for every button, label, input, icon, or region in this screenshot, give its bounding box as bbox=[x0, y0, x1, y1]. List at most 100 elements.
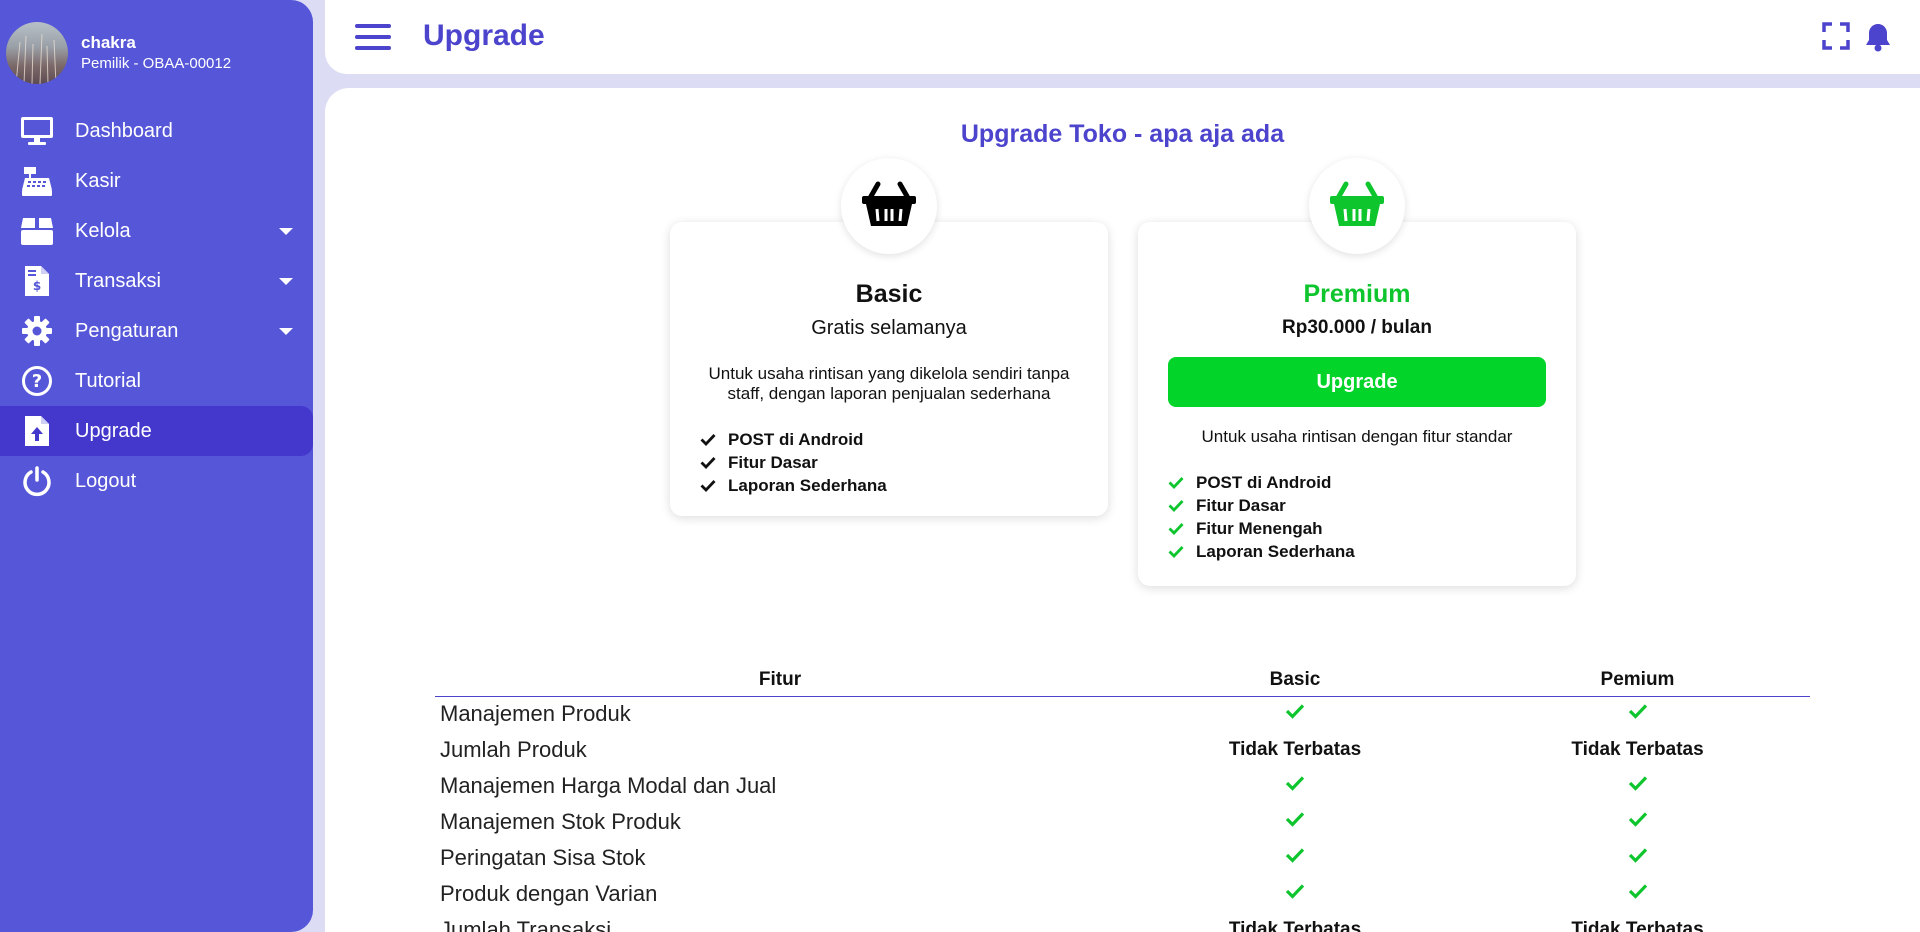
list-item: Fitur Dasar bbox=[1168, 494, 1576, 517]
list-item: Laporan Sederhana bbox=[700, 474, 1108, 497]
plan-price: Gratis selamanya bbox=[811, 317, 967, 339]
file-upload-icon bbox=[20, 414, 54, 448]
main-content: Upgrade Toko - apa aja ada Basic Gratis … bbox=[325, 88, 1920, 932]
column-header-basic: Basic bbox=[1125, 665, 1465, 697]
column-header-premium: Pemium bbox=[1465, 665, 1810, 697]
sidebar-item-kelola[interactable]: Kelola bbox=[0, 206, 313, 256]
feature-name-cell: Peringatan Sisa Stok bbox=[440, 845, 646, 870]
sidebar-item-tutorial[interactable]: ? Tutorial bbox=[0, 356, 313, 406]
check-icon bbox=[1168, 522, 1184, 535]
feature-list: POST di Android Fitur Dasar Laporan Sede… bbox=[700, 428, 1108, 497]
bell-icon[interactable] bbox=[1864, 22, 1892, 57]
check-icon bbox=[1168, 499, 1184, 512]
sidebar: chakra Pemilik - OBAA-00012 Dashboard Ka… bbox=[0, 0, 313, 932]
table-row: Manajemen Harga Modal dan Jual bbox=[435, 768, 1810, 804]
basic-value-cell: Tidak Terbatas bbox=[1228, 919, 1362, 932]
feature-name-cell: Produk dengan Varian bbox=[440, 881, 658, 906]
check-icon bbox=[1465, 876, 1810, 912]
feature-name-cell: Manajemen Produk bbox=[440, 701, 631, 727]
user-profile: chakra Pemilik - OBAA-00012 bbox=[0, 0, 313, 84]
table-row: Jumlah Produk Tidak Terbatas Tidak Terbata… bbox=[435, 732, 1810, 768]
basket-icon bbox=[1328, 180, 1386, 233]
feature-comparison-table: Fitur Basic Pemium Manajemen Produk Jumla… bbox=[435, 665, 1810, 932]
list-item: POST di Android bbox=[1168, 471, 1576, 494]
user-name: chakra bbox=[81, 33, 136, 52]
sidebar-item-label: Kasir bbox=[75, 169, 121, 192]
sidebar-item-kasir[interactable]: Kasir bbox=[0, 156, 313, 206]
check-icon bbox=[1125, 840, 1465, 876]
monitor-icon bbox=[20, 114, 54, 148]
sidebar-item-label: Upgrade bbox=[75, 419, 152, 442]
list-item: Laporan Sederhana bbox=[1168, 540, 1576, 563]
check-icon bbox=[1465, 768, 1810, 804]
top-header: Upgrade bbox=[325, 0, 1920, 74]
sidebar-item-label: Pengaturan bbox=[75, 319, 179, 342]
upgrade-button[interactable]: Upgrade bbox=[1168, 357, 1546, 407]
premium-value-cell: Tidak Terbatas bbox=[1571, 919, 1704, 932]
cash-register-icon bbox=[20, 164, 54, 198]
chevron-down-icon bbox=[279, 278, 293, 285]
question-icon: ? bbox=[20, 364, 54, 398]
check-icon bbox=[1465, 696, 1810, 732]
invoice-icon: $ bbox=[20, 264, 54, 298]
check-icon bbox=[700, 479, 716, 492]
upgrade-heading: Upgrade Toko - apa aja ada bbox=[960, 120, 1285, 148]
plan-card-basic: Basic Gratis selamanya Untuk usaha rinti… bbox=[670, 158, 1108, 516]
check-icon bbox=[700, 433, 716, 446]
sidebar-item-label: Logout bbox=[75, 469, 137, 492]
table-row: Peringatan Sisa Stok bbox=[435, 840, 1810, 876]
plan-name: Premium bbox=[1303, 280, 1411, 308]
plan-name: Basic bbox=[855, 280, 923, 308]
plan-icon-container bbox=[1309, 158, 1405, 254]
plan-description: Untuk usaha rintisan dengan fitur standa… bbox=[1201, 427, 1513, 446]
plan-description: Untuk usaha rintisan yang dikelola sendi… bbox=[708, 364, 1070, 403]
check-icon bbox=[1125, 696, 1465, 732]
basic-value-cell: Tidak Terbatas bbox=[1228, 739, 1362, 760]
sidebar-item-logout[interactable]: Logout bbox=[0, 456, 313, 506]
fullscreen-icon[interactable] bbox=[1822, 22, 1850, 57]
chevron-down-icon bbox=[279, 328, 293, 335]
plan-icon-container bbox=[841, 158, 937, 254]
plan-card-premium: Premium Rp30.000 / bulan Upgrade Untuk u… bbox=[1138, 158, 1576, 586]
avatar[interactable] bbox=[6, 22, 68, 84]
gear-icon bbox=[20, 314, 54, 348]
feature-name-cell: Manajemen Stok Produk bbox=[440, 809, 681, 834]
table-row: Produk dengan Varian bbox=[435, 876, 1810, 912]
check-icon bbox=[1125, 804, 1465, 840]
box-icon bbox=[20, 214, 54, 248]
table-row: Manajemen Produk bbox=[435, 696, 1810, 732]
power-icon bbox=[20, 464, 54, 498]
check-icon bbox=[700, 456, 716, 469]
list-item: Fitur Dasar bbox=[700, 451, 1108, 474]
feature-name-cell: Manajemen Harga Modal dan Jual bbox=[440, 773, 777, 798]
sidebar-item-upgrade[interactable]: Upgrade bbox=[0, 406, 313, 456]
sidebar-item-label: Tutorial bbox=[75, 369, 141, 392]
svg-text:$: $ bbox=[33, 279, 41, 293]
user-role: Pemilik - OBAA-00012 bbox=[81, 55, 232, 72]
table-body: Manajemen Produk Jumlah Produk Tidak Terba… bbox=[435, 696, 1810, 932]
sidebar-item-dashboard[interactable]: Dashboard bbox=[0, 106, 313, 156]
chevron-down-icon bbox=[279, 228, 293, 235]
feature-name-cell: Jumlah Transaksi bbox=[440, 917, 612, 932]
list-item: POST di Android bbox=[700, 428, 1108, 451]
sidebar-item-pengaturan[interactable]: Pengaturan bbox=[0, 306, 313, 356]
sidebar-item-transaksi[interactable]: $ Transaksi bbox=[0, 256, 313, 306]
check-icon bbox=[1125, 876, 1465, 912]
page-title: Upgrade bbox=[423, 19, 545, 52]
sidebar-item-label: Dashboard bbox=[75, 119, 173, 142]
list-item: Fitur Menengah bbox=[1168, 517, 1576, 540]
table-row: Manajemen Stok Produk bbox=[435, 804, 1810, 840]
feature-list: POST di Android Fitur Dasar Fitur Meneng… bbox=[1168, 471, 1576, 563]
check-icon bbox=[1465, 840, 1810, 876]
table-header-row: Fitur Basic Pemium bbox=[435, 665, 1810, 697]
check-icon bbox=[1168, 545, 1184, 558]
menu-toggle-icon[interactable] bbox=[355, 24, 391, 50]
sidebar-nav: Dashboard Kasir Kelola $ Transaksi Penga… bbox=[0, 106, 313, 506]
svg-text:?: ? bbox=[32, 371, 42, 392]
sidebar-item-label: Kelola bbox=[75, 219, 131, 242]
check-icon bbox=[1168, 476, 1184, 489]
plan-price: Rp30.000 / bulan bbox=[1282, 317, 1432, 338]
check-icon bbox=[1125, 768, 1465, 804]
premium-value-cell: Tidak Terbatas bbox=[1571, 739, 1704, 760]
sidebar-item-label: Transaksi bbox=[75, 269, 161, 292]
